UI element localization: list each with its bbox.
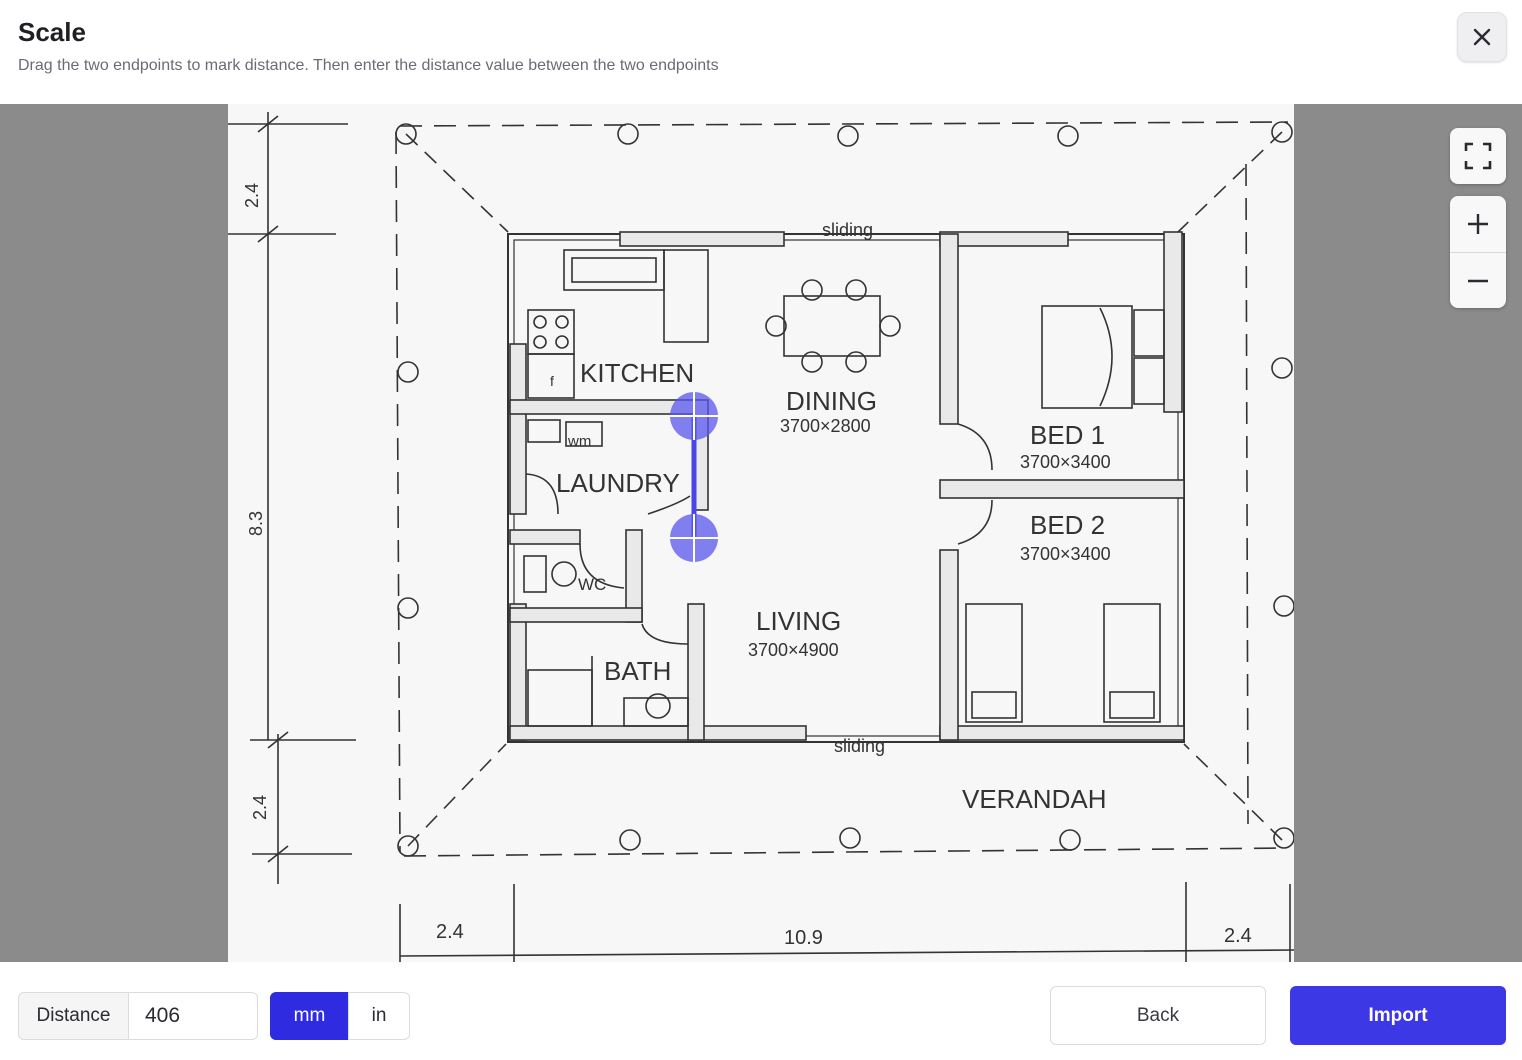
distance-input[interactable] (128, 992, 258, 1040)
import-button[interactable]: Import (1290, 986, 1506, 1045)
dialog-header: Scale Drag the two endpoints to mark dis… (0, 0, 1522, 104)
unit-mm-button[interactable]: mm (270, 992, 349, 1040)
measure-endpoint-top[interactable] (670, 392, 718, 440)
close-icon (1473, 28, 1491, 46)
minus-icon (1468, 279, 1488, 283)
unit-in-button[interactable]: in (348, 992, 410, 1040)
plus-icon (1468, 214, 1488, 234)
zoom-in-button[interactable] (1450, 196, 1506, 252)
zoom-controls (1450, 196, 1506, 308)
measure-overlay (670, 392, 718, 562)
back-button[interactable]: Back (1050, 986, 1266, 1045)
dialog-title: Scale (18, 17, 86, 47)
fullscreen-icon (1464, 142, 1492, 170)
scale-canvas[interactable]: KITCHEN f wm LAUNDRY WC BATH DINING 3700… (0, 104, 1522, 962)
dialog-subtitle: Drag the two endpoints to mark distance.… (18, 57, 719, 74)
distance-label: Distance (18, 992, 129, 1040)
close-button[interactable] (1457, 12, 1507, 62)
zoom-out-button[interactable] (1450, 253, 1506, 309)
measure-endpoint-bottom[interactable] (670, 514, 718, 562)
dialog-footer: Distance mm in Back Import (0, 962, 1522, 1060)
fullscreen-button[interactable] (1450, 128, 1506, 184)
